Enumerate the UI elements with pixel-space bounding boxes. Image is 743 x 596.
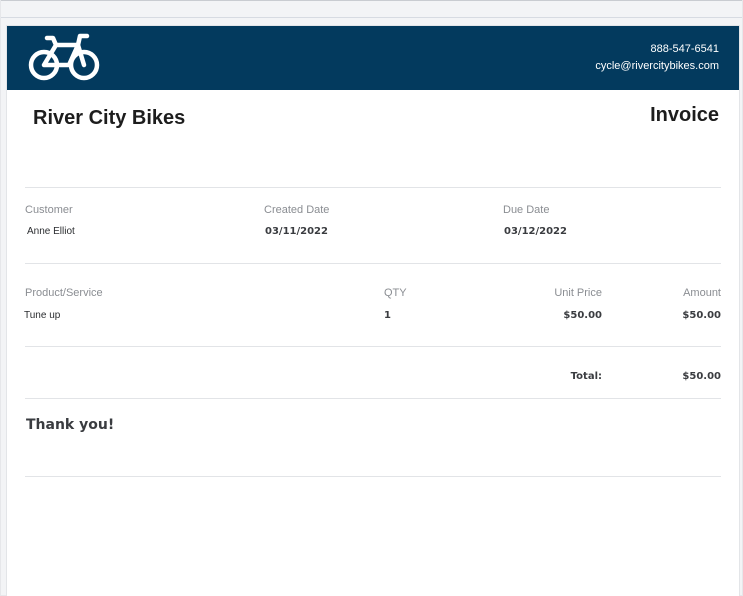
due-date-value: 03/12/2022: [504, 226, 567, 237]
row-product: Tune up: [24, 310, 61, 321]
header-banner: 888-547-6541 cycle@rivercitybikes.com: [7, 26, 739, 90]
divider: [25, 263, 721, 264]
due-date-label: Due Date: [503, 204, 550, 216]
created-date-value: 03/11/2022: [265, 226, 328, 237]
divider: [25, 187, 721, 188]
customer-value: Anne Elliot: [27, 226, 75, 237]
document-title: Invoice: [650, 104, 719, 126]
divider: [25, 476, 721, 477]
company-name: River City Bikes: [33, 107, 186, 129]
row-unit-price: $50.00: [563, 310, 602, 321]
divider: [25, 346, 721, 347]
contact-info: 888-547-6541 cycle@rivercitybikes.com: [595, 41, 719, 75]
column-header-qty: QTY: [384, 287, 407, 299]
row-amount: $50.00: [682, 310, 721, 321]
total-label: Total:: [570, 371, 602, 382]
total-value: $50.00: [682, 371, 721, 382]
row-qty: 1: [384, 310, 391, 321]
email-address: cycle@rivercitybikes.com: [595, 60, 719, 72]
column-header-amount: Amount: [683, 287, 721, 299]
invoice-sheet: 888-547-6541 cycle@rivercitybikes.com Ri…: [7, 26, 739, 596]
page-background: 888-547-6541 cycle@rivercitybikes.com Ri…: [1, 0, 742, 596]
column-header-unit-price: Unit Price: [554, 287, 602, 299]
created-date-label: Created Date: [264, 204, 330, 216]
thank-you-message: Thank you!: [26, 417, 115, 433]
divider: [25, 398, 721, 399]
phone-number: 888-547-6541: [650, 43, 719, 55]
customer-label: Customer: [25, 204, 73, 216]
page-top-divider: [1, 17, 742, 18]
bicycle-icon: [28, 33, 100, 81]
column-header-product: Product/Service: [25, 287, 103, 299]
